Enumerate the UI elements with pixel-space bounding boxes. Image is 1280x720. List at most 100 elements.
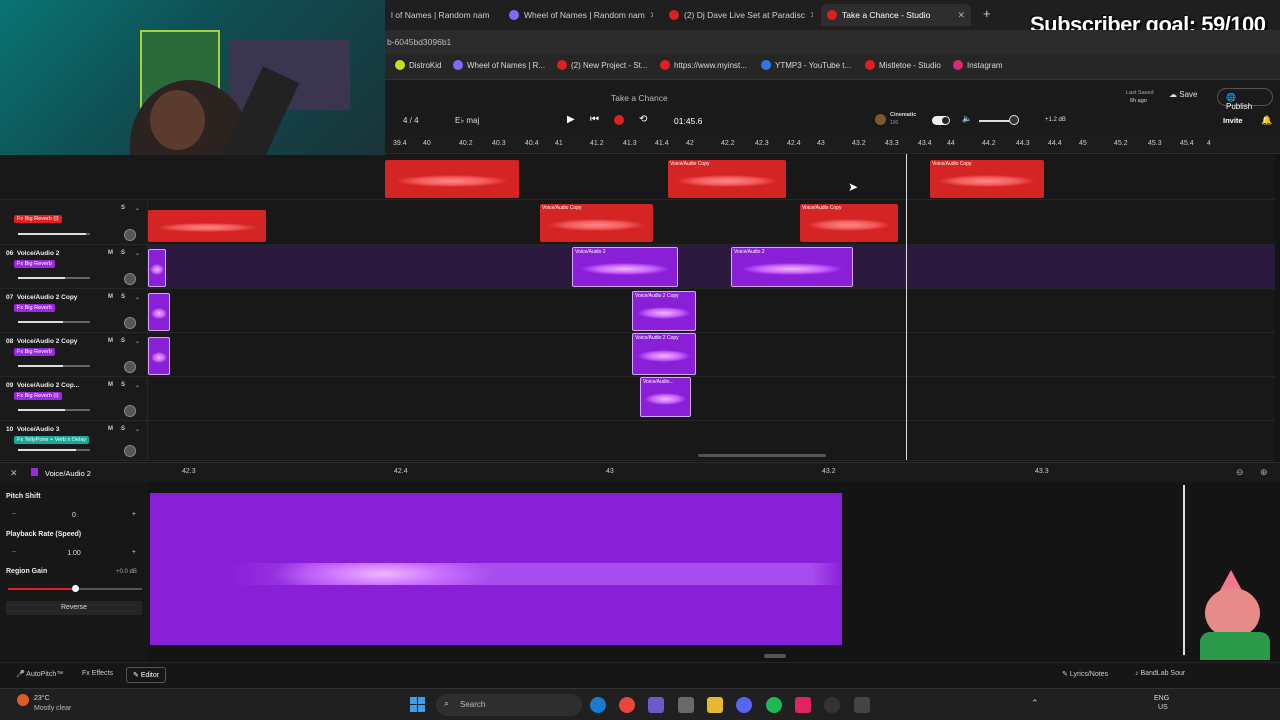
bandlab-sounds-button[interactable]: ♪ BandLab Sour	[1135, 670, 1185, 677]
audio-clip[interactable]: Voice/Audio Copy	[800, 204, 898, 242]
mute-button[interactable]: M	[108, 338, 113, 344]
mute-button[interactable]: M	[108, 382, 113, 388]
windows-start-icon[interactable]	[410, 697, 426, 713]
region-gain-handle[interactable]	[72, 585, 79, 592]
track-volume-slider[interactable]	[18, 449, 90, 451]
new-tab-button[interactable]: +	[983, 6, 991, 21]
track-name[interactable]: 07 Voice/Audio 2 Copy	[6, 294, 77, 301]
edge-icon[interactable]	[590, 697, 606, 713]
track-fx-badge[interactable]: Fx Big Reverb	[14, 348, 55, 356]
mute-button[interactable]: M	[108, 426, 113, 432]
track-header[interactable]: Fx Big Reverb (I) M S ⌄	[0, 200, 148, 244]
browser-tab-active[interactable]: Take a Chance - Studio ✕	[821, 4, 971, 26]
record-button[interactable]	[614, 115, 624, 125]
chevron-down-icon[interactable]: ⌄	[135, 426, 140, 433]
track-header[interactable]: 07 Voice/Audio 2 Copy Fx Big Reverb M S …	[0, 289, 148, 332]
region-gain-slider[interactable]	[8, 588, 76, 590]
track-row[interactable]: 10 Voice/Audio 3 Fx TellyPone + Verb n D…	[0, 421, 1275, 461]
track-volume-slider[interactable]	[18, 321, 90, 323]
audio-clip[interactable]: Voice/Audio Copy	[930, 160, 1044, 198]
app-icon[interactable]	[795, 697, 811, 713]
browser-tab[interactable]: l of Names | Random nam✕	[385, 4, 495, 26]
timeline-ruler[interactable]: 39.4 40 40.2 40.3 40.4 41 41.2 41.3 41.4 42 42.2 42…	[385, 136, 1280, 154]
bookmark-item[interactable]: (2) New Project - St...	[557, 60, 647, 70]
chevron-down-icon[interactable]: ⌄	[135, 338, 140, 345]
track-fx-badge[interactable]: Fx TellyPone + Verb n Delay	[14, 436, 90, 444]
key-selector[interactable]: E♭ maj	[455, 116, 479, 125]
spotify-icon[interactable]	[766, 697, 782, 713]
mute-button[interactable]: M	[108, 294, 113, 300]
bookmark-item[interactable]: Wheel of Names | R...	[453, 60, 545, 70]
pan-knob[interactable]	[124, 361, 136, 373]
master-volume-handle[interactable]	[1009, 115, 1019, 125]
bookmark-item[interactable]: YTMP3 - YouTube t...	[761, 60, 851, 70]
audio-clip[interactable]	[385, 160, 519, 198]
audio-clip[interactable]	[148, 337, 170, 375]
bell-icon[interactable]: 🔔	[1261, 115, 1272, 126]
increment-button[interactable]: +	[132, 549, 136, 556]
browser-tab[interactable]: Wheel of Names | Random nam ✕	[503, 4, 653, 26]
publish-button[interactable]: 🌐 Publish	[1217, 88, 1273, 111]
close-icon[interactable]: ✕	[957, 10, 965, 21]
editor-ruler[interactable]: 42.3 42.4 43 43.2 43.3	[148, 464, 1280, 482]
pan-knob[interactable]	[124, 445, 136, 457]
playhead[interactable]	[906, 154, 907, 460]
rewind-button[interactable]: ⏮	[590, 114, 599, 125]
settings-icon[interactable]	[678, 697, 694, 713]
track-fx-badge[interactable]: Fx Big Reverb (I)	[14, 392, 62, 400]
track-row[interactable]: 06 Voice/Audio 2 Fx Big Reverb M S ⌄ Voi…	[0, 245, 1275, 289]
chevron-down-icon[interactable]: ⌄	[135, 294, 140, 301]
editor-playhead[interactable]	[1183, 485, 1185, 655]
language-indicator[interactable]: ENG	[1154, 695, 1169, 702]
track-name[interactable]: 10 Voice/Audio 3	[6, 426, 59, 433]
track-name[interactable]: 08 Voice/Audio 2 Copy	[6, 338, 77, 345]
chevron-down-icon[interactable]: ⌄	[135, 205, 140, 212]
solo-button[interactable]: S	[121, 294, 125, 300]
track-row[interactable]: Fx Big Reverb (I) M S ⌄ Voice/Audio Copy…	[0, 200, 1275, 245]
audio-clip[interactable]: Voice/Audio 2 Copy	[632, 291, 696, 331]
obs-icon[interactable]	[824, 697, 840, 713]
solo-button[interactable]: S	[121, 205, 125, 211]
audio-clip[interactable]: Voice/Audio Copy	[540, 204, 653, 242]
playback-rate-stepper[interactable]: −1.00 +	[6, 548, 142, 562]
track-fx-badge[interactable]: Fx Big Reverb	[14, 260, 55, 268]
file-explorer-icon[interactable]	[707, 697, 723, 713]
solo-button[interactable]: S	[121, 250, 125, 256]
track-name[interactable]: 06 Voice/Audio 2	[6, 250, 59, 257]
chevron-down-icon[interactable]: ⌄	[135, 250, 140, 257]
close-icon[interactable]: ✕	[810, 10, 813, 21]
play-button[interactable]: ▶	[567, 114, 575, 125]
pan-knob[interactable]	[124, 405, 136, 417]
browser-tab[interactable]: (2) Dj Dave Live Set at Paradisc ✕	[663, 4, 813, 26]
save-button[interactable]: ☁ Save	[1169, 90, 1197, 99]
pan-knob[interactable]	[124, 317, 136, 329]
pan-knob[interactable]	[124, 229, 136, 241]
track-fx-badge[interactable]: Fx Big Reverb (I)	[14, 215, 62, 223]
track-name[interactable]: 09 Voice/Audio 2 Cop...	[6, 382, 79, 389]
track-volume-slider[interactable]	[18, 365, 90, 367]
bookmark-item[interactable]: DistroKid	[395, 60, 441, 70]
taskbar-search-box[interactable]: ⌕ Search	[436, 694, 582, 716]
time-signature[interactable]: 4 / 4	[403, 116, 419, 125]
audio-clip[interactable]: Voice/Audio 2 Copy	[632, 333, 696, 375]
loop-button[interactable]: ⟲	[639, 114, 647, 125]
track-header[interactable]: 10 Voice/Audio 3 Fx TellyPone + Verb n D…	[0, 421, 148, 460]
chevron-down-icon[interactable]: ⌄	[135, 382, 140, 389]
track-header[interactable]: 09 Voice/Audio 2 Cop... Fx Big Reverb (I…	[0, 377, 148, 420]
pitch-shift-stepper[interactable]: −0 +	[6, 510, 142, 524]
bookmark-item[interactable]: Instagram	[953, 60, 1003, 70]
track-row[interactable]: 08 Voice/Audio 2 Copy Fx Big Reverb M S …	[0, 333, 1275, 377]
bookmark-item[interactable]: https://www.myinst...	[660, 60, 747, 70]
track-header[interactable]: 06 Voice/Audio 2 Fx Big Reverb M S ⌄	[0, 245, 148, 288]
volume-icon[interactable]: 🔈	[962, 114, 972, 123]
solo-button[interactable]: S	[121, 382, 125, 388]
audio-clip[interactable]	[148, 210, 266, 242]
track-volume-slider[interactable]	[18, 233, 90, 235]
audio-clip[interactable]	[148, 293, 170, 331]
audio-clip[interactable]: Voice/Audio 2	[731, 247, 853, 287]
audio-clip[interactable]: Voice/Audio...	[640, 377, 691, 417]
audio-clip[interactable]	[148, 249, 166, 287]
invite-button[interactable]: Invite	[1223, 116, 1243, 125]
track-volume-slider[interactable]	[18, 409, 90, 411]
close-editor-icon[interactable]: ✕	[10, 468, 18, 479]
